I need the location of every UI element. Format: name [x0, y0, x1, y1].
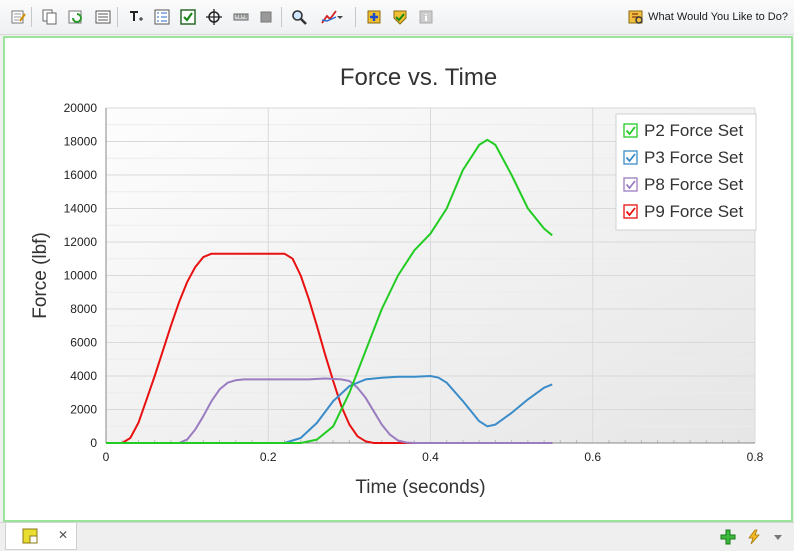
dropdown-arrow-icon[interactable] [770, 529, 786, 545]
legend-checkbox [623, 177, 638, 192]
y-axis-label: Force (lbf) [30, 232, 51, 319]
x-tick-label: 0.8 [747, 450, 764, 464]
refresh-button[interactable] [66, 7, 86, 27]
copy-button[interactable] [40, 7, 60, 27]
y-tick-label: 0 [90, 436, 97, 450]
y-tick-label: 14000 [64, 202, 98, 216]
stop-button[interactable] [256, 7, 276, 27]
chart-style-icon [321, 10, 337, 24]
add-button[interactable] [364, 7, 384, 27]
check-shield-button[interactable] [390, 7, 410, 27]
checkbox-button[interactable] [178, 7, 198, 27]
bottom-tab-bar: ✕ [0, 522, 794, 551]
checkbox-icon [180, 9, 196, 25]
toolbar-separator [31, 7, 32, 27]
x-axis-label: Time (seconds) [355, 477, 485, 498]
ruler-button[interactable] [231, 7, 251, 27]
lightning-icon[interactable] [746, 529, 762, 545]
toolbar-separator [117, 7, 118, 27]
y-tick-label: 20000 [64, 101, 98, 115]
legend-item-label: P3 Force Set [644, 148, 743, 167]
y-tick-label: 2000 [70, 403, 97, 417]
chart-style-button[interactable] [318, 7, 346, 27]
text-format-icon [130, 11, 143, 21]
zoom-icon [292, 10, 307, 25]
y-tick-label: 6000 [70, 336, 97, 350]
stop-icon [260, 11, 272, 23]
dropdown-arrow-icon [337, 16, 343, 19]
x-tick-label: 0.4 [422, 450, 439, 464]
legend-button[interactable] [152, 7, 172, 27]
text-format-button[interactable] [126, 7, 146, 27]
y-tick-label: 18000 [64, 135, 98, 149]
toolbar-separator [281, 7, 282, 27]
refresh-icon [68, 10, 82, 24]
x-tick-label: 0.6 [584, 450, 601, 464]
y-tick-label: 4000 [70, 369, 97, 383]
legend-checkbox [623, 150, 638, 165]
chart-title: Force vs. Time [340, 64, 497, 91]
crosshair-button[interactable] [204, 7, 224, 27]
crosshair-icon [206, 9, 222, 25]
y-tick-label: 12000 [64, 235, 98, 249]
info-disabled-button[interactable] [416, 7, 436, 27]
edit-note-icon [11, 10, 26, 24]
copy-icon [42, 9, 57, 25]
zoom-button[interactable] [289, 7, 309, 27]
ruler-icon [233, 13, 249, 21]
add-green-icon[interactable] [720, 529, 736, 545]
add-icon [367, 10, 381, 24]
help-search-label: What Would You Like to Do? [648, 11, 788, 23]
help-search-button[interactable]: What Would You Like to Do? [628, 6, 788, 28]
graph-tab-icon [22, 528, 38, 544]
edit-note-button[interactable] [8, 7, 28, 27]
y-tick-label: 8000 [70, 302, 97, 316]
info-disabled-icon [419, 10, 433, 24]
y-tick-label: 10000 [64, 269, 98, 283]
list-view-icon [95, 10, 111, 24]
toolbar-separator [355, 7, 356, 27]
y-tick-label: 16000 [64, 168, 98, 182]
legend-item-label: P9 Force Set [644, 202, 743, 221]
x-tick-label: 0 [103, 450, 110, 464]
legend-item-label: P8 Force Set [644, 175, 743, 194]
tab-close-icon[interactable]: ✕ [58, 528, 68, 542]
legend-checkbox [623, 204, 638, 219]
output-tab[interactable]: ✕ [5, 523, 77, 550]
legend-icon [154, 9, 170, 25]
legend-checkbox [623, 123, 638, 138]
chart: 0 2000 4000 6000 8000 10000 12000 14000 16000 180… [30, 64, 764, 498]
x-tick-label: 0.2 [260, 450, 277, 464]
chart-frame: 0 2000 4000 6000 8000 10000 12000 14000 16000 180… [3, 36, 793, 522]
list-view-button[interactable] [93, 7, 113, 27]
help-book-icon [628, 10, 643, 24]
check-shield-icon [393, 10, 407, 25]
legend-item-label: P2 Force Set [644, 121, 743, 140]
